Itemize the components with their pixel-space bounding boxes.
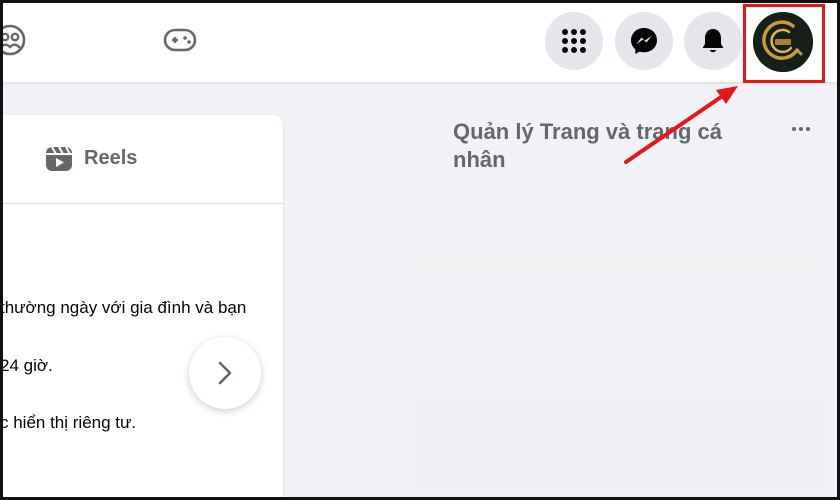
groups-icon[interactable] bbox=[0, 20, 30, 60]
messenger-icon bbox=[631, 28, 657, 54]
right-panel-placeholder bbox=[415, 190, 825, 490]
avatar-highlight-box bbox=[743, 4, 825, 83]
chevron-right-icon bbox=[218, 361, 232, 385]
stories-description-line-3: c hiển thị riêng tư. bbox=[0, 413, 137, 432]
card-divider bbox=[0, 203, 283, 204]
tab-reels[interactable]: Reels bbox=[44, 143, 137, 173]
more-dot-icon bbox=[792, 127, 796, 131]
notifications-button[interactable] bbox=[684, 12, 742, 70]
more-options-button[interactable] bbox=[786, 116, 816, 142]
more-dot-icon bbox=[799, 127, 803, 131]
bell-icon bbox=[702, 29, 724, 53]
red-arrow-annotation bbox=[624, 86, 738, 164]
next-button[interactable] bbox=[189, 337, 261, 409]
menu-grid-icon bbox=[562, 29, 586, 53]
gaming-icon[interactable] bbox=[160, 20, 200, 60]
menu-grid-button[interactable] bbox=[545, 12, 603, 70]
messenger-button[interactable] bbox=[615, 12, 673, 70]
stories-description-line-2: 24 giờ. bbox=[0, 356, 53, 375]
tab-reels-label: Reels bbox=[84, 146, 138, 169]
top-navigation-bar bbox=[0, 0, 840, 82]
reels-icon bbox=[46, 146, 72, 171]
stories-description-line-1: thường ngày với gia đình và bạn bbox=[0, 298, 247, 317]
more-dot-icon bbox=[806, 127, 810, 131]
